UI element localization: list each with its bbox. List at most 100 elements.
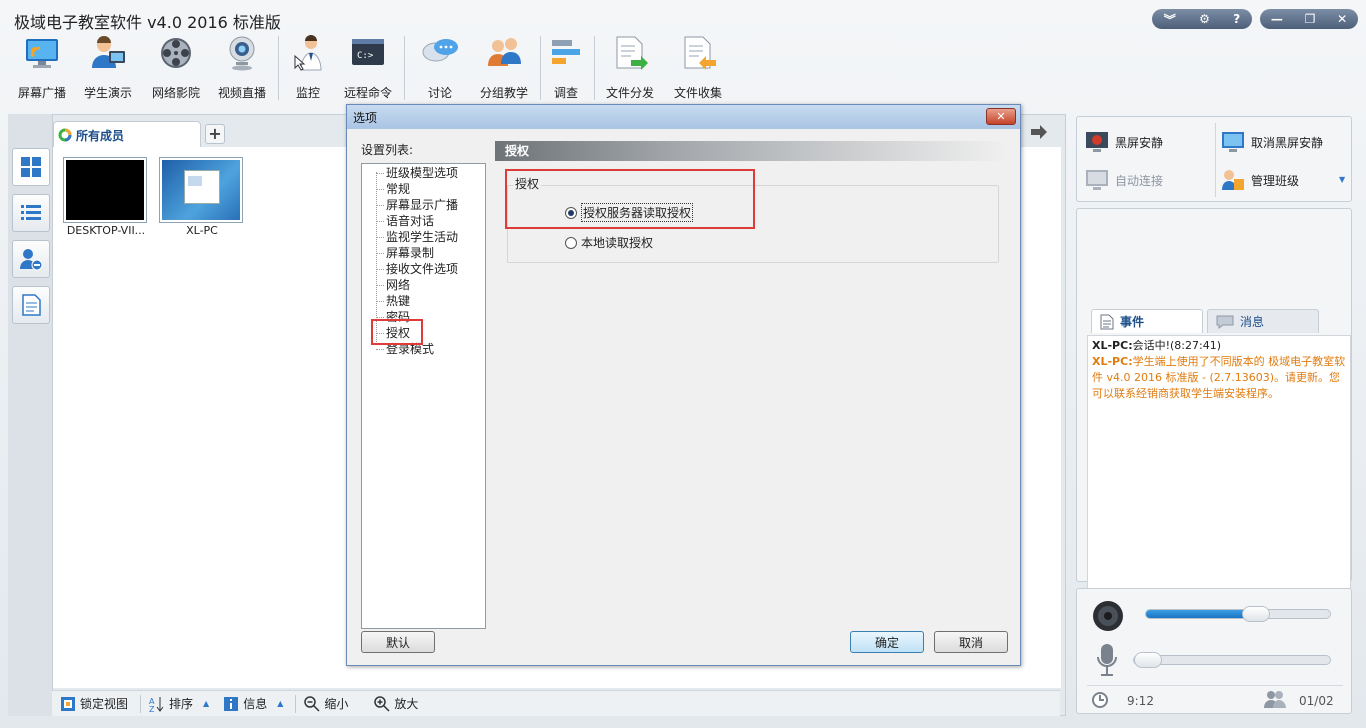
dialog-close-button[interactable]: ✕	[986, 108, 1016, 125]
toolbar: 屏幕广播 学生演示 网络影院 视频直播 监控 C:> 远程命令 讨论 分组教学 …	[0, 32, 1366, 106]
microphone-volume-slider[interactable]	[1133, 652, 1331, 668]
toolbar-label: 分组教学	[479, 86, 528, 100]
restore-icon[interactable]: ❐	[1305, 12, 1316, 26]
arrow-right-icon[interactable]	[1030, 124, 1048, 140]
cancel-black-screen-button[interactable]: 取消黑屏安静	[1221, 127, 1323, 157]
caret-up-icon[interactable]: ▲	[203, 699, 209, 708]
student-tile[interactable]: DESKTOP-VII...	[63, 157, 149, 237]
dialog-title: 选项	[353, 110, 378, 125]
dropdown-arrow-icon[interactable]: ▼	[1339, 175, 1345, 184]
student-name: DESKTOP-VII...	[66, 224, 146, 237]
list-view-button[interactable]	[12, 194, 50, 232]
toolbar-discussion[interactable]: 讨论	[412, 32, 468, 102]
black-screen-icon	[1086, 132, 1108, 152]
toolbar-survey[interactable]: 调查	[546, 32, 586, 102]
microphone-volume-knob[interactable]	[1134, 652, 1162, 668]
svg-text:C:>: C:>	[357, 51, 374, 61]
tab-events[interactable]: 事件	[1091, 309, 1203, 333]
default-button[interactable]: 默认	[361, 631, 435, 653]
toolbar-label: 文件分发	[605, 86, 654, 100]
student-tile[interactable]: XL-PC	[159, 157, 245, 237]
settings-list-item[interactable]: 常规	[386, 182, 410, 196]
tab-all-members[interactable]: 所有成员	[53, 121, 201, 148]
toolbar-separator	[540, 36, 541, 100]
radio-local-auth[interactable]: 本地读取授权	[565, 234, 653, 251]
settings-list-item[interactable]: 接收文件选项	[386, 262, 458, 276]
zoom-in-button[interactable]: 放大	[374, 694, 424, 714]
window-controls: — ❐ ✕	[1260, 9, 1358, 29]
settings-list: 班级模型选项 常规 屏幕显示广播 语音对话 监视学生活动 屏幕录制 接收文件选项 网络 热键 密码…	[361, 163, 486, 629]
section-header: 授权	[495, 141, 1007, 161]
film-reel-icon	[161, 38, 191, 68]
tree-line	[376, 253, 384, 254]
ok-button[interactable]: 确定	[850, 631, 924, 653]
toolbar-network-cinema[interactable]: 网络影院	[148, 32, 204, 102]
cancel-button[interactable]: 取消	[934, 631, 1008, 653]
document-icon	[22, 294, 41, 316]
sort-button[interactable]: AZ 排序 ▲	[149, 694, 215, 714]
thumbnail-view-button[interactable]	[12, 148, 50, 186]
log-entry-source: XL-PC:	[1092, 355, 1133, 368]
zoom-out-icon	[304, 695, 320, 712]
toolbar-video-live[interactable]: 视频直播	[214, 32, 270, 102]
info-label: 信息	[243, 697, 268, 711]
settings-list-item[interactable]: 监视学生活动	[386, 230, 458, 244]
help-icon[interactable]: ?	[1233, 12, 1240, 26]
settings-list-item[interactable]: 语音对话	[386, 214, 434, 228]
screen-broadcast-icon	[26, 39, 58, 68]
caret-up-icon[interactable]: ▲	[277, 699, 283, 708]
options-dialog: 选项 ✕ 设置列表: 班级模型选项 常规 屏幕显示广播 语音对话 监视学生活动 屏幕录制接…	[346, 104, 1021, 666]
zoom-out-label: 缩小	[324, 697, 349, 711]
toolbar-separator	[594, 36, 595, 100]
toolbar-label: 监控	[295, 86, 320, 100]
speaker-volume-knob[interactable]	[1242, 606, 1271, 622]
tree-line	[376, 269, 384, 270]
student-thumbnail	[159, 157, 243, 223]
toolbar-file-collect[interactable]: 文件收集	[670, 32, 726, 102]
settings-list-item[interactable]: 屏幕显示广播	[386, 198, 458, 212]
tree-line	[376, 205, 384, 206]
settings-list-item[interactable]: 班级模型选项	[386, 166, 458, 180]
add-tab-button[interactable]: +	[205, 124, 225, 144]
tab-messages-label: 消息	[1240, 315, 1265, 329]
speaker-volume-slider[interactable]	[1145, 606, 1331, 622]
toolbar-remote-command[interactable]: C:> 远程命令	[340, 32, 396, 102]
manage-class-button[interactable]: 管理班级	[1221, 165, 1299, 195]
black-screen-button[interactable]: 黑屏安静	[1085, 127, 1163, 157]
tab-messages[interactable]: 消息	[1207, 309, 1319, 333]
user-manage-button[interactable]	[12, 240, 50, 278]
status-separator	[295, 694, 297, 713]
gear-icon[interactable]: ⚙	[1199, 12, 1210, 26]
log-entry-warning: XL-PC:学生端上使用了不同版本的 极域电子教室软件 v4.0 2016 标准…	[1092, 354, 1346, 402]
zoom-out-button[interactable]: 缩小	[304, 694, 354, 714]
toolbar-monitor[interactable]: 监控	[286, 32, 330, 102]
auto-connect-icon	[1086, 170, 1108, 190]
settings-list-item[interactable]: 屏幕录制	[386, 246, 434, 260]
tree-line	[376, 301, 384, 302]
toolbar-label: 视频直播	[217, 86, 266, 100]
list-icon	[21, 205, 41, 220]
document-view-button[interactable]	[12, 286, 50, 324]
toolbar-file-send[interactable]: 文件分发	[602, 32, 658, 102]
toolbar-student-demo[interactable]: 学生演示	[80, 32, 136, 102]
lock-view-button[interactable]: 锁定视图	[60, 694, 134, 714]
toolbar-group-teaching[interactable]: 分组教学	[476, 32, 532, 102]
lock-view-label: 锁定视图	[80, 697, 129, 711]
toolbar-label: 学生演示	[83, 86, 132, 100]
settings-list-item[interactable]: 热键	[386, 294, 410, 308]
settings-list-item[interactable]: 网络	[386, 278, 410, 292]
toolbar-label: 调查	[553, 86, 578, 100]
toolbar-label: 讨论	[427, 86, 452, 100]
radio-unselected-icon	[565, 236, 577, 249]
chat-bubbles-icon	[422, 39, 458, 62]
control-box: 黑屏安静 取消黑屏安静 自动连接 管理班级 ▼	[1076, 116, 1352, 202]
events-box: 事件 消息 XL-PC:会话中!(8:27:41) XL-PC:学生端上使用了不…	[1076, 208, 1352, 671]
info-button[interactable]: 信息 ▲	[223, 694, 289, 714]
collapse-icon[interactable]: ︾	[1164, 11, 1176, 28]
toolbar-screen-broadcast[interactable]: 屏幕广播	[14, 32, 70, 102]
auto-connect-button[interactable]: 自动连接	[1085, 165, 1163, 195]
tree-line	[376, 285, 384, 286]
minimize-icon[interactable]: —	[1271, 12, 1283, 26]
close-icon[interactable]: ✕	[1337, 12, 1347, 26]
toolbar-separator	[404, 36, 405, 100]
